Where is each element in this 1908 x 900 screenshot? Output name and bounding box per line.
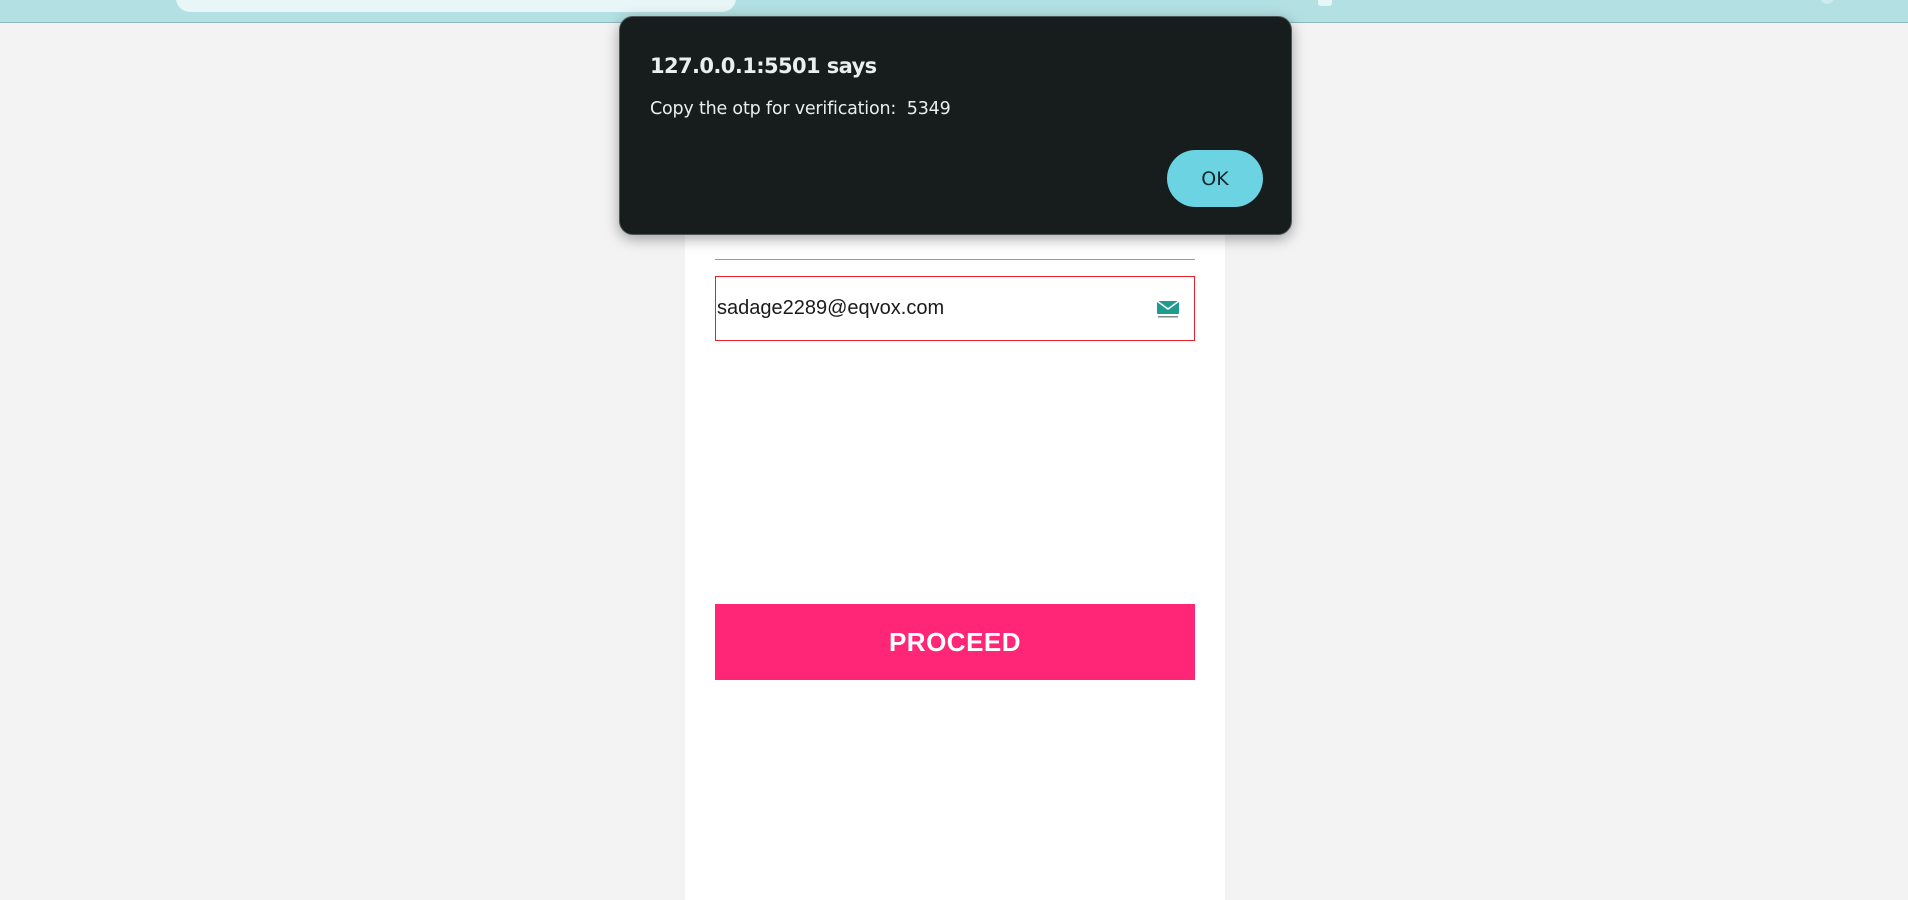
profile-icon[interactable] xyxy=(1820,0,1834,4)
dialog-title: 127.0.0.1:5501 says xyxy=(650,54,877,78)
dialog-message: Copy the otp for verification: 5349 xyxy=(650,99,951,119)
extension-icon[interactable] xyxy=(1318,0,1332,6)
email-field-container xyxy=(715,276,1195,341)
email-field[interactable] xyxy=(716,277,1137,340)
mail-icon xyxy=(1156,300,1180,318)
proceed-button[interactable]: PROCEED xyxy=(715,604,1195,680)
alert-dialog: 127.0.0.1:5501 says Copy the otp for ver… xyxy=(619,16,1292,235)
form-divider xyxy=(715,259,1195,260)
address-bar[interactable] xyxy=(176,0,736,12)
ok-button[interactable]: OK xyxy=(1167,150,1263,207)
